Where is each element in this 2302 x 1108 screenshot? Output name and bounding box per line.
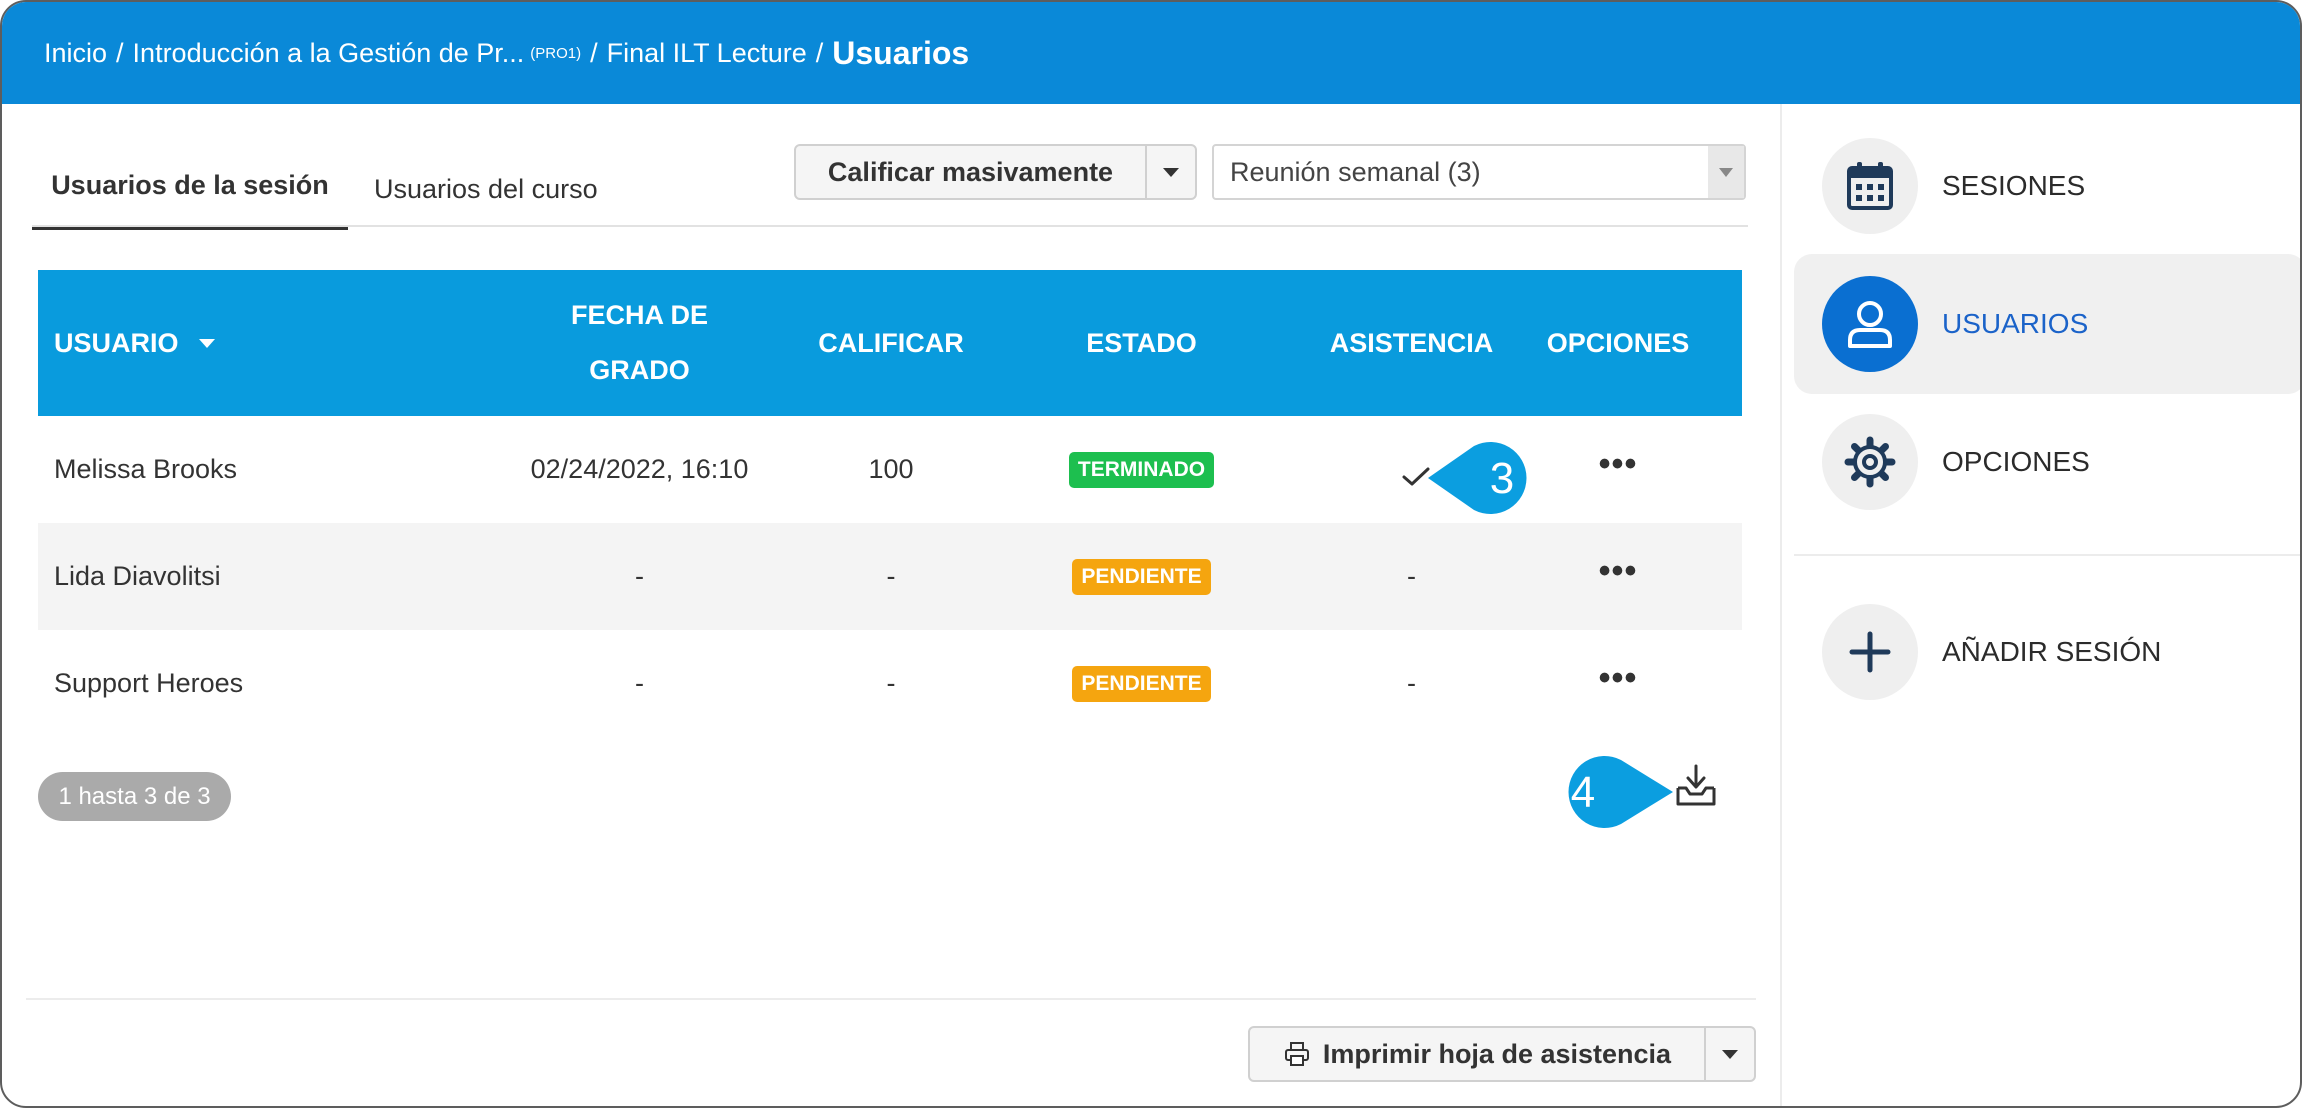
column-header-user[interactable]: USUARIO [38,270,451,416]
download-icon[interactable] [1672,762,1720,810]
user-name: Support Heroes [54,668,244,698]
table-row: Support Heroes - - PENDIENTE - ••• [38,630,1742,737]
callout-marker-4: 4 [1568,756,1673,828]
row-options-button[interactable]: ••• [1599,447,1638,486]
tab-session-users[interactable]: Usuarios de la sesión [32,166,348,230]
table-header: USUARIO FECHA DE GRADO CALIFICAR ESTADO … [38,270,1742,416]
print-attendance-button[interactable]: Imprimir hoja de asistencia [1250,1028,1706,1080]
column-header-status: ESTADO [1086,327,1197,358]
svg-text:4: 4 [1571,768,1595,817]
bulk-grade-button[interactable]: Calificar masivamente [796,146,1147,198]
app-window: Inicio / Introducción a la Gestión de Pr… [0,0,2302,1108]
add-session-button[interactable]: AÑADIR SESIÓN [1794,582,2300,722]
breadcrumb-lecture[interactable]: Final ILT Lecture [607,38,807,69]
svg-text:3: 3 [1490,454,1514,503]
print-attendance-button-group: Imprimir hoja de asistencia [1248,1026,1756,1082]
column-header-grade-date: FECHA DE GRADO [570,300,708,385]
gear-icon [1844,436,1896,488]
breadcrumb: Inicio / Introducción a la Gestión de Pr… [2,2,2300,104]
add-session-label: AÑADIR SESIÓN [1942,636,2162,667]
session-select-value: Reunión semanal (3) [1230,156,1481,187]
sidebar-item-sessions[interactable]: SESIONES [1794,116,2300,256]
printer-icon [1284,1042,1309,1066]
row-options-button[interactable]: ••• [1599,661,1638,700]
plus-icon [1849,631,1891,673]
row-options-button[interactable]: ••• [1599,554,1638,593]
status-badge: PENDIENTE [1072,665,1211,702]
page-title: Usuarios [832,34,970,71]
sidebar-item-options[interactable]: OPCIONES [1794,392,2300,532]
print-dropdown-toggle[interactable] [1706,1028,1754,1080]
sort-down-icon [198,338,215,348]
breadcrumb-course[interactable]: Introducción a la Gestión de Pr... [133,38,525,69]
attendance-value: - [1407,668,1416,698]
column-header-options: OPCIONES [1546,327,1690,358]
grade-date: - [635,561,644,591]
pagination-summary: 1 hasta 3 de 3 [38,772,231,821]
session-select[interactable]: Reunión semanal (3) [1212,144,1746,200]
grade-date: - [635,668,644,698]
column-header-attendance: ASISTENCIA [1329,327,1494,358]
table-row: Lida Diavolitsi - - PENDIENTE - ••• [38,523,1742,630]
status-badge: TERMINADO [1068,451,1215,488]
user-name: Lida Diavolitsi [54,561,221,591]
sidebar-item-label: OPCIONES [1942,446,2090,477]
sidebar-divider [1794,554,2300,556]
bulk-grade-dropdown-toggle[interactable] [1147,146,1195,198]
breadcrumb-course-code: (PRO1) [530,44,582,62]
callout-marker-3: 3 [1428,442,1527,514]
tab-course-users[interactable]: Usuarios del curso [374,166,598,205]
chevron-down-icon [1163,167,1179,177]
chevron-down-icon [1722,1049,1738,1059]
breadcrumb-home[interactable]: Inicio [44,38,107,69]
tab-divider [32,225,1748,227]
sidebar-item-label: USUARIOS [1942,308,2089,339]
main-content: Usuarios de la sesión Usuarios del curso… [2,104,1780,1106]
grade-value: - [886,668,896,698]
attendance-value: - [1407,561,1416,591]
footer-divider [26,998,1756,1000]
sidebar-item-label: SESIONES [1942,170,2086,201]
column-header-grade: CALIFICAR [818,327,964,358]
select-arrow-icon[interactable] [1708,146,1744,198]
grade-value: 100 [868,454,914,484]
user-icon [1848,301,1892,348]
grade-value: - [886,561,896,591]
user-name: Melissa Brooks [54,454,238,484]
sidebar-item-users[interactable]: USUARIOS [1794,254,2300,394]
calendar-icon [1847,162,1893,210]
status-badge: PENDIENTE [1072,558,1211,595]
grade-date: 02/24/2022, 16:10 [530,454,749,484]
sidebar: SESIONES USUARIOS OPCIONES AÑADIR SESIÓN [1780,104,2300,1106]
bulk-grade-button-group: Calificar masivamente [794,144,1197,200]
